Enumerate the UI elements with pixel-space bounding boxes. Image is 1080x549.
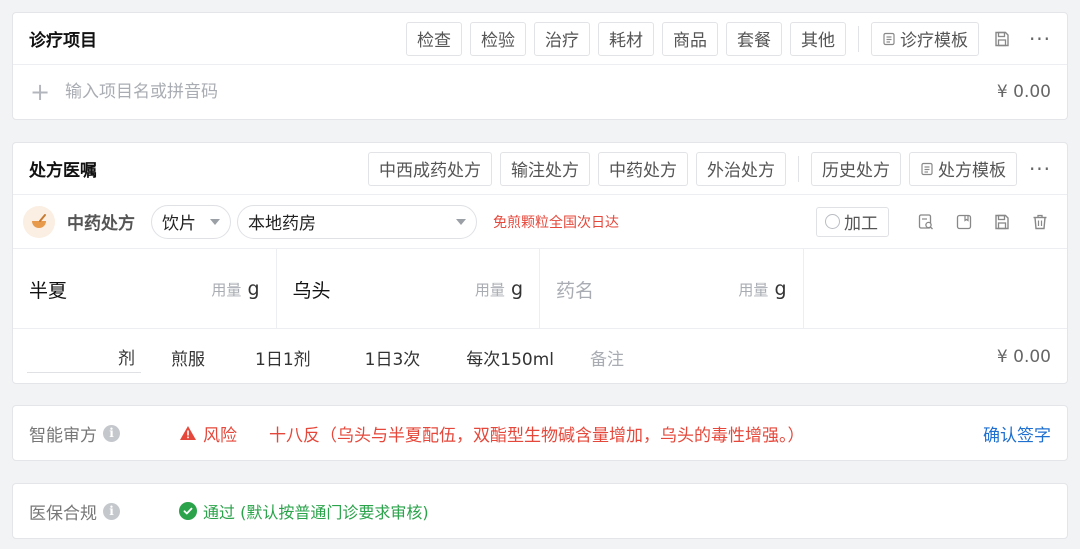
template-icon [921,162,933,175]
preview-icon[interactable] [911,207,941,237]
rx-chinese-button[interactable]: 中药处方 [598,151,688,186]
rx-template-button[interactable]: 处方模板 [909,151,1017,186]
divider [798,155,799,182]
category-other-button[interactable]: 其他 [790,21,846,56]
process-toggle[interactable]: 加工 [816,206,889,237]
audit-card: 智能审方 i 风险 十八反（乌头与半夏配伍，双酯型生物碱含量增加，乌头的毒性增强… [12,405,1068,461]
risk-badge: 风险 [179,421,237,446]
more-icon[interactable]: ··· [1025,154,1055,184]
diagnosis-total: ¥ 0.00 [996,82,1051,102]
insurance-status: 通过 (默认按普通门诊要求审核) [203,503,429,522]
category-check-button[interactable]: 检查 [406,21,462,56]
process-label: 加工 [844,214,878,234]
herb-name: 半夏 [29,279,68,302]
save-icon[interactable] [987,207,1017,237]
usage-frequency-day[interactable]: 1日1剂 [255,345,311,370]
form-select[interactable]: 饮片 [151,204,231,239]
risk-message: 十八反（乌头与半夏配伍，双酯型生物碱含量增加，乌头的毒性增强。） [269,425,805,446]
rx-type-label: 中药处方 [67,214,135,234]
insurance-card: 医保合规 i 通过 (默认按普通门诊要求审核) [12,483,1068,539]
herb-cell[interactable]: 乌头 用量 g [277,249,540,329]
category-package-button[interactable]: 套餐 [726,21,782,56]
dosage-unit: g [510,278,523,300]
check-icon [179,502,197,520]
herb-name-input[interactable]: 药名 [556,276,738,303]
prescription-title: 处方医嘱 [29,161,97,181]
form-select-value: 饮片 [162,214,196,234]
usage-frequency-times[interactable]: 1日3次 [365,345,421,370]
confirm-sign-link[interactable]: 确认签字 [983,421,1051,446]
rx-western-button[interactable]: 中西成药处方 [368,151,492,186]
audit-label: 智能审方 [29,425,97,446]
trash-icon[interactable] [1025,207,1055,237]
more-icon[interactable]: ··· [1025,24,1055,54]
dosage-input[interactable]: 用量 [475,279,505,300]
pass-badge: 通过 (默认按普通门诊要求审核) [179,499,429,523]
pharmacy-select[interactable]: 本地药房 [237,204,477,239]
dosage-input[interactable]: 用量 [738,279,768,300]
herb-name: 乌头 [292,279,331,302]
prescription-header: 处方医嘱 中西成药处方 输注处方 中药处方 外治处方 历史处方 处方模板 ··· [13,143,1067,195]
rx-infusion-button[interactable]: 输注处方 [500,151,590,186]
category-lab-button[interactable]: 检验 [470,21,526,56]
save-icon[interactable] [987,24,1017,54]
mortar-icon [23,205,55,238]
herb-grid: 半夏 用量 g 乌头 用量 g 药名 用量 g [13,249,1067,329]
herb-cell-empty[interactable] [804,249,1068,329]
diagnosis-title: 诊疗项目 [29,31,97,51]
warning-icon [180,426,196,440]
dosage-input[interactable]: 用量 [211,279,241,300]
divider [858,25,859,52]
chevron-down-icon [456,218,466,225]
pharmacy-select-value: 本地药房 [248,214,316,234]
diagnosis-template-button[interactable]: 诊疗模板 [871,21,979,56]
prescription-card: 处方医嘱 中西成药处方 输注处方 中药处方 外治处方 历史处方 处方模板 ···… [12,142,1068,384]
prescription-total: ¥ 0.00 [996,347,1051,367]
rx-template-label: 处方模板 [938,161,1006,181]
category-goods-button[interactable]: 商品 [662,21,718,56]
insurance-label-group: 医保合规 i [29,499,179,524]
dosage-unit: g [774,278,787,300]
chevron-down-icon [210,218,220,225]
usage-amount[interactable]: 每次150ml [466,345,554,370]
diagnosis-card: 诊疗项目 检查 检验 治疗 耗材 商品 套餐 其他 诊疗模板 ··· + ¥ 0… [12,12,1068,120]
category-treatment-button[interactable]: 治疗 [534,21,590,56]
delivery-notice: 免煎颗粒全国次日达 [493,214,619,231]
category-consumable-button[interactable]: 耗材 [598,21,654,56]
usage-note-input[interactable]: 备注 [590,345,997,370]
dosage-unit: g [247,278,260,300]
plus-icon[interactable]: + [25,80,55,104]
rx-external-button[interactable]: 外治处方 [696,151,786,186]
info-icon[interactable]: i [103,502,120,520]
template-icon [883,32,895,45]
dose-count-input[interactable]: 剂 [27,341,141,373]
herb-cell[interactable]: 半夏 用量 g [13,249,277,329]
history-rx-button[interactable]: 历史处方 [811,151,901,186]
herb-cell[interactable]: 药名 用量 g [540,249,804,329]
diagnosis-header: 诊疗项目 检查 检验 治疗 耗材 商品 套餐 其他 诊疗模板 ··· [13,13,1067,65]
usage-method[interactable]: 煎服 [171,345,205,370]
usage-row: 剂 煎服 1日1剂 1日3次 每次150ml 备注 ¥ 0.00 [13,329,1067,385]
add-item-row: + ¥ 0.00 [13,65,1067,119]
risk-status: 风险 [203,425,237,446]
add-item-input[interactable] [65,82,997,102]
dose-unit: 剂 [118,349,135,369]
insurance-label: 医保合规 [29,503,97,524]
radio-circle-icon [825,214,840,229]
info-icon[interactable]: i [103,424,120,442]
rx-toolbar: 中药处方 饮片 本地药房 免煎颗粒全国次日达 加工 [13,195,1067,249]
diagnosis-template-label: 诊疗模板 [900,31,968,51]
audit-label-group: 智能审方 i [29,421,179,446]
template-save-icon[interactable] [949,207,979,237]
